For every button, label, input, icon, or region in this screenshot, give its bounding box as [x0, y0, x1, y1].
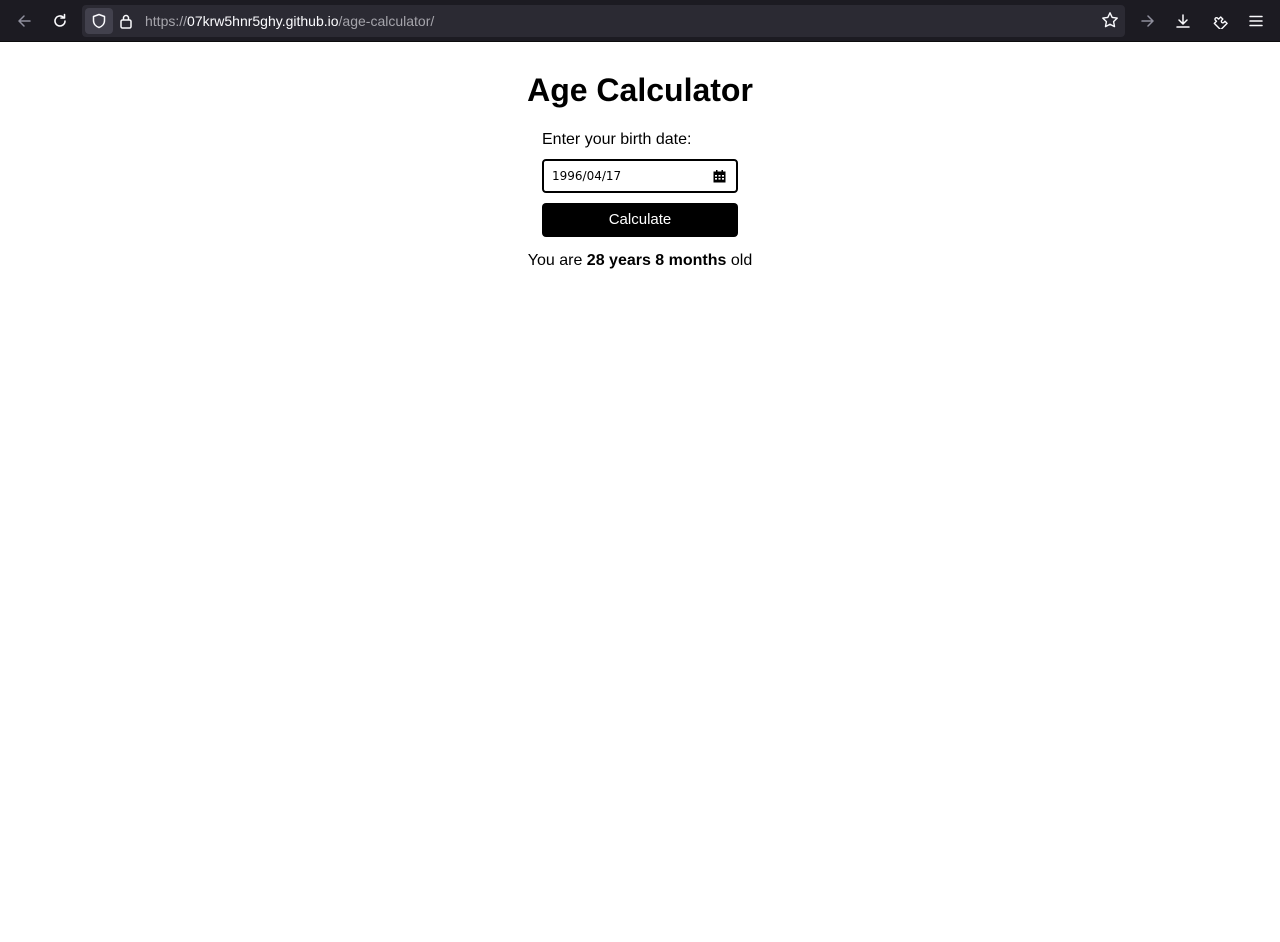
back-arrow-icon[interactable]: [10, 7, 38, 35]
page-content: Age Calculator Enter your birth date: 19…: [0, 42, 1280, 942]
url-path: /age-calculator/: [338, 13, 435, 29]
reload-icon[interactable]: [46, 7, 74, 35]
birth-date-input[interactable]: 1996/04/17: [542, 159, 738, 193]
menu-icon[interactable]: [1242, 7, 1270, 35]
url-text[interactable]: https://07krw5hnr5ghy.github.io/age-calc…: [145, 13, 434, 29]
result-age: 28 years 8 months: [586, 252, 727, 269]
url-prefix: https://: [145, 13, 188, 29]
download-icon[interactable]: [1169, 7, 1197, 35]
calendar-icon[interactable]: [713, 170, 726, 188]
page-title: Age Calculator: [527, 72, 753, 108]
shield-icon[interactable]: [85, 8, 113, 34]
calculate-button[interactable]: Calculate: [542, 203, 738, 237]
result-suffix: old: [730, 252, 753, 269]
extensions-icon[interactable]: [1206, 7, 1234, 35]
address-bar[interactable]: https://07krw5hnr5ghy.github.io/age-calc…: [82, 5, 1125, 37]
url-host: 07krw5hnr5ghy.github.io: [187, 13, 339, 29]
forward-arrow-icon[interactable]: [1134, 7, 1162, 35]
star-icon[interactable]: [1101, 11, 1119, 34]
result-prefix: You are: [527, 252, 583, 269]
birth-date-value: 1996/04/17: [552, 169, 622, 183]
birth-date-label: Enter your birth date:: [542, 131, 692, 148]
age-result: You are 28 years 8 months old: [0, 251, 1280, 271]
browser-toolbar: https://07krw5hnr5ghy.github.io/age-calc…: [0, 0, 1280, 42]
lock-icon[interactable]: [119, 13, 133, 34]
